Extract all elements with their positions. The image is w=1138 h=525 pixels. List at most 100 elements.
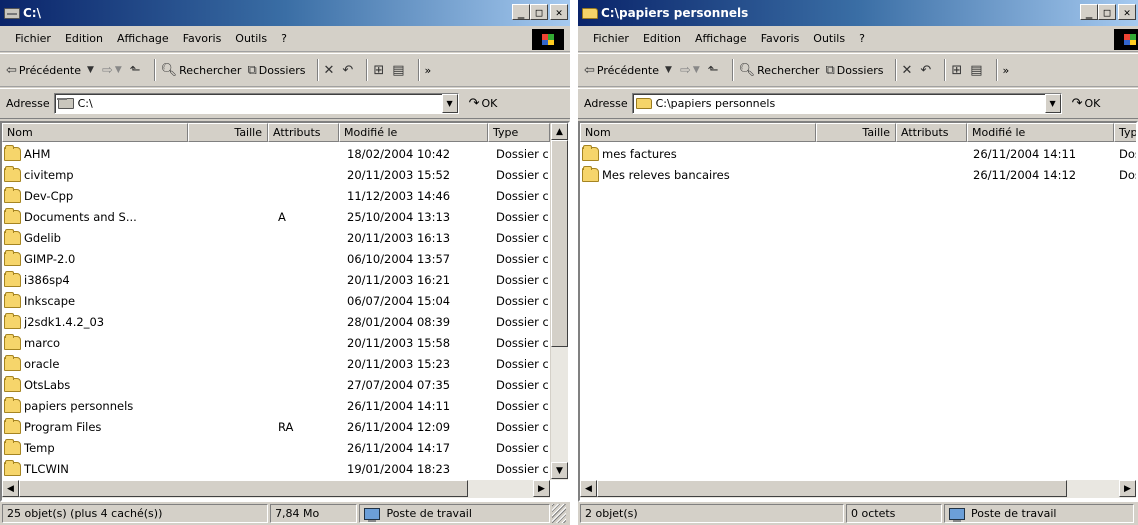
back-dropdown-icon[interactable]: ▼ (665, 65, 672, 75)
close-button[interactable]: ✕ (1118, 4, 1136, 20)
scroll-down-button[interactable]: ▼ (551, 462, 568, 479)
table-row[interactable]: papiers personnels 26/11/2004 14:11 Dossie… (2, 396, 550, 417)
col-name-header[interactable]: Nom (580, 123, 816, 142)
col-size-header[interactable]: Taille (188, 123, 268, 142)
views-button[interactable]: ▤ (392, 63, 406, 78)
title-bar[interactable]: C:\ _ □ ✕ (0, 0, 570, 26)
cell-modified: 20/11/2003 16:21 (347, 273, 451, 287)
col-type-header[interactable]: Type (488, 123, 550, 142)
table-row[interactable]: civitemp 20/11/2003 15:52 Dossier c (2, 165, 550, 186)
search-button[interactable]: 🔍︎ Rechercher (739, 63, 820, 78)
horizontal-scrollbar[interactable]: ◀ ▶ (580, 480, 1136, 498)
table-row[interactable]: GIMP-2.0 06/10/2004 13:57 Dossier c (2, 249, 550, 270)
table-row[interactable]: Program Files RA 26/11/2004 12:09 Dossier c (2, 417, 550, 438)
maximize-button[interactable]: □ (530, 4, 548, 20)
scroll-right-button[interactable]: ▶ (1119, 480, 1136, 497)
menu-affichage[interactable]: Affichage (110, 32, 176, 45)
scroll-left-button[interactable]: ◀ (580, 480, 597, 497)
col-size-header[interactable]: Taille (816, 123, 896, 142)
maximize-button[interactable]: □ (1098, 4, 1116, 20)
table-row[interactable]: marco 20/11/2003 15:58 Dossier c (2, 333, 550, 354)
address-dropdown-button[interactable]: ▼ (1044, 94, 1061, 113)
delete-button[interactable]: ✕ (324, 63, 337, 78)
cell-type: Dossier c (496, 336, 548, 350)
col-name-header[interactable]: Nom (2, 123, 188, 142)
title-bar[interactable]: C:\papiers personnels _ □ ✕ (578, 0, 1138, 26)
menu-favoris[interactable]: Favoris (754, 32, 807, 45)
folders-button[interactable]: ⧉ Dossiers (825, 63, 883, 78)
toolbar-chevron[interactable]: » (1003, 64, 1010, 77)
scroll-thumb[interactable] (551, 140, 568, 347)
table-row[interactable]: OtsLabs 27/07/2004 07:35 Dossier c (2, 375, 550, 396)
views-button[interactable]: ▤ (970, 63, 984, 78)
table-row[interactable]: TLCWIN 19/01/2004 18:23 Dossier c (2, 459, 550, 480)
table-row[interactable]: Inkscape 06/07/2004 15:04 Dossier c (2, 291, 550, 312)
table-row[interactable]: i386sp4 20/11/2003 16:21 Dossier c (2, 270, 550, 291)
delete-button[interactable]: ✕ (902, 63, 915, 78)
go-button[interactable]: ↷ OK (469, 96, 498, 111)
undo-button[interactable]: ↶ (920, 63, 933, 78)
back-button[interactable]: ⇦ Précédente ▼ (584, 63, 674, 78)
close-button[interactable]: ✕ (550, 4, 568, 20)
views-icon: ▤ (970, 62, 983, 78)
table-row[interactable]: AHM 18/02/2004 10:42 Dossier c (2, 144, 550, 165)
menu-outils[interactable]: Outils (228, 32, 274, 45)
menu-outils[interactable]: Outils (806, 32, 852, 45)
horizontal-scrollbar[interactable]: ◀ ▶ (2, 480, 550, 498)
forward-button[interactable]: ⇨ ▼ (680, 63, 702, 78)
col-attributes-header[interactable]: Attributs (268, 123, 339, 142)
minimize-button[interactable]: _ (512, 4, 530, 20)
go-button[interactable]: ↷ OK (1072, 96, 1101, 111)
cell-type: Dos (1119, 147, 1136, 161)
hscroll-thumb[interactable] (19, 480, 468, 497)
col-type-header[interactable]: Typ (1114, 123, 1136, 142)
minimize-button[interactable]: _ (1080, 4, 1098, 20)
col-attributes-header[interactable]: Attributs (896, 123, 967, 142)
back-dropdown-icon[interactable]: ▼ (87, 65, 94, 75)
menu-help[interactable]: ? (274, 32, 294, 45)
cell-name: i386sp4 (24, 273, 70, 287)
menu-affichage[interactable]: Affichage (688, 32, 754, 45)
table-row[interactable]: mes factures 26/11/2004 14:11 Dos (580, 144, 1136, 165)
col-modified-header[interactable]: Modifié le (967, 123, 1114, 142)
table-row[interactable]: Dev-Cpp 11/12/2003 14:46 Dossier c (2, 186, 550, 207)
back-arrow-icon: ⇦ (6, 62, 17, 78)
table-row[interactable]: Mes releves bancaires 26/11/2004 14:12 Dos (580, 165, 1136, 186)
vertical-scrollbar[interactable]: ▲ ▼ (550, 123, 568, 480)
up-folder-button[interactable]: ⬑ (708, 63, 721, 78)
menu-favoris[interactable]: Favoris (176, 32, 229, 45)
forward-button[interactable]: ⇨ ▼ (102, 63, 124, 78)
move-to-button[interactable]: ⊞ (373, 63, 386, 78)
menu-help[interactable]: ? (852, 32, 872, 45)
cell-type: Dossier c (496, 315, 548, 329)
up-folder-button[interactable]: ⬑ (130, 63, 143, 78)
col-modified-header[interactable]: Modifié le (339, 123, 488, 142)
folder-icon (635, 98, 652, 109)
menu-edition[interactable]: Edition (58, 32, 110, 45)
folders-button[interactable]: ⧉ Dossiers (247, 63, 305, 78)
scroll-up-button[interactable]: ▲ (551, 123, 568, 140)
menu-fichier[interactable]: Fichier (8, 32, 58, 45)
folder-icon (4, 439, 21, 455)
delete-icon: ✕ (323, 62, 335, 78)
undo-button[interactable]: ↶ (342, 63, 355, 78)
address-dropdown-button[interactable]: ▼ (441, 94, 458, 113)
menu-fichier[interactable]: Fichier (586, 32, 636, 45)
table-row[interactable]: j2sdk1.4.2_03 28/01/2004 08:39 Dossier c (2, 312, 550, 333)
scroll-right-button[interactable]: ▶ (533, 480, 550, 497)
table-row[interactable]: Temp 26/11/2004 14:17 Dossier c (2, 438, 550, 459)
cell-name: OtsLabs (24, 378, 71, 392)
menu-edition[interactable]: Edition (636, 32, 688, 45)
table-row[interactable]: Documents and S... A 25/10/2004 13:13 Dossi… (2, 207, 550, 228)
table-row[interactable]: oracle 20/11/2003 15:23 Dossier c (2, 354, 550, 375)
back-button[interactable]: ⇦ Précédente ▼ (6, 63, 96, 78)
table-row[interactable]: Gdelib 20/11/2003 16:13 Dossier c (2, 228, 550, 249)
hscroll-thumb[interactable] (597, 480, 1067, 497)
scroll-left-button[interactable]: ◀ (2, 480, 19, 497)
toolbar-chevron[interactable]: » (425, 64, 432, 77)
address-input[interactable]: C:\ ▼ (53, 93, 459, 114)
move-to-button[interactable]: ⊞ (951, 63, 964, 78)
address-input[interactable]: C:\papiers personnels ▼ (631, 93, 1062, 114)
resize-grip[interactable] (552, 504, 566, 523)
search-button[interactable]: 🔍︎ Rechercher (161, 63, 242, 78)
